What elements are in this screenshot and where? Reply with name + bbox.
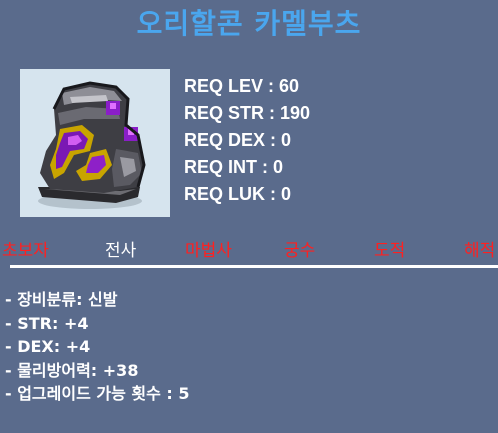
stat-upgrade-slots: - 업그레이드 가능 횟수 : 5 <box>5 384 190 403</box>
stat-dex: - DEX: +4 <box>5 337 91 356</box>
stat-str: - STR: +4 <box>5 313 89 333</box>
req-int: REQ INT : 0 <box>184 157 284 177</box>
job-warrior: 전사 <box>105 241 137 261</box>
job-beginner: 초보자 <box>2 241 49 261</box>
req-dex: REQ DEX : 0 <box>184 130 292 150</box>
job-archer: 궁수 <box>284 241 316 261</box>
req-level: REQ LEV : 60 <box>184 76 300 96</box>
requirements-list: REQ LEV : 60 REQ STR : 190 REQ DEX : 0 R… <box>184 73 310 208</box>
job-thief: 도적 <box>374 241 406 261</box>
stat-category: - 장비분류: 신발 <box>5 290 118 309</box>
job-restrictions: 초보자 전사 마법사 궁수 도적 해적 <box>0 236 498 261</box>
boots-icon <box>38 81 146 209</box>
item-stats: - 장비분류: 신발 - STR: +4 - DEX: +4 - 물리방어력: … <box>5 288 190 406</box>
divider <box>10 265 498 268</box>
job-magician: 마법사 <box>185 241 232 261</box>
item-title: 오리할콘 카멜부츠 <box>136 7 362 40</box>
req-str: REQ STR : 190 <box>184 103 311 123</box>
item-icon-panel <box>20 69 170 217</box>
job-pirate: 해적 <box>464 241 496 261</box>
req-luk: REQ LUK : 0 <box>184 184 292 204</box>
stat-physical-defense: - 물리방어력: +38 <box>5 360 139 380</box>
